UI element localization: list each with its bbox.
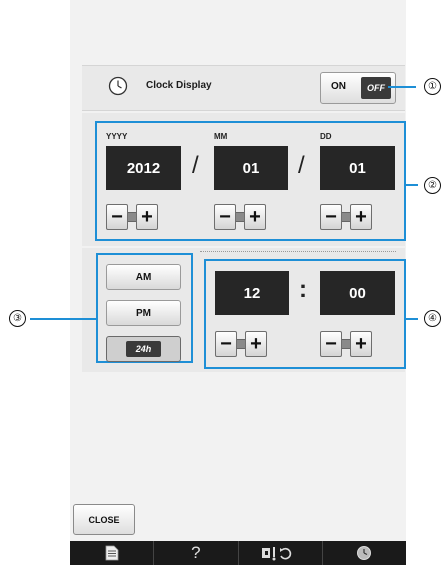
hour-stepper: − + <box>215 331 267 357</box>
day-minus-button[interactable]: − <box>320 204 342 230</box>
bottom-tab-clock[interactable] <box>323 541 406 565</box>
bottom-tab-help[interactable]: ? <box>154 541 239 565</box>
year-label: YYYY <box>106 132 128 141</box>
stepper-joint <box>342 339 350 349</box>
date-separator-1: / <box>192 152 199 179</box>
clock-display-label: Clock Display <box>146 80 212 91</box>
minute-stepper: − + <box>320 331 372 357</box>
bottom-tab-document[interactable] <box>70 541 155 565</box>
callout-1: ① <box>424 78 441 95</box>
year-stepper: − + <box>106 204 158 230</box>
toggle-off-label[interactable]: OFF <box>361 77 391 99</box>
day-stepper: − + <box>320 204 372 230</box>
callout-line-3 <box>30 318 96 320</box>
24h-button[interactable]: 24h <box>106 336 181 362</box>
month-label: MM <box>214 132 228 141</box>
year-minus-button[interactable]: − <box>106 204 128 230</box>
pm-button[interactable]: PM <box>106 300 181 326</box>
am-button[interactable]: AM <box>106 264 181 290</box>
day-plus-button[interactable]: + <box>350 204 372 230</box>
document-icon <box>105 545 119 561</box>
toggle-on-label[interactable]: ON <box>331 81 346 92</box>
callout-line-2 <box>406 184 418 186</box>
minute-value: 00 <box>320 271 395 315</box>
month-plus-button[interactable]: + <box>244 204 266 230</box>
stepper-joint <box>342 212 350 222</box>
help-icon: ? <box>191 543 201 562</box>
24h-label: 24h <box>125 341 162 357</box>
hour-value: 12 <box>215 271 289 315</box>
month-stepper: − + <box>214 204 266 230</box>
minute-plus-button[interactable]: + <box>350 331 372 357</box>
clock-icon <box>108 76 128 96</box>
month-value: 01 <box>214 146 288 190</box>
callout-line-1 <box>388 86 416 88</box>
minute-minus-button[interactable]: − <box>320 331 342 357</box>
time-separator: : <box>299 276 307 303</box>
close-button[interactable]: CLOSE <box>73 504 135 535</box>
bottom-tab-machine-settings[interactable] <box>239 541 323 565</box>
callout-line-4 <box>406 318 418 320</box>
day-label: DD <box>320 132 332 141</box>
bottom-nav: ? <box>70 541 406 565</box>
divider <box>200 251 396 252</box>
callout-4: ④ <box>424 310 441 327</box>
hour-plus-button[interactable]: + <box>245 331 267 357</box>
machine-settings-icon <box>262 547 292 561</box>
year-plus-button[interactable]: + <box>136 204 158 230</box>
stepper-joint <box>128 212 136 222</box>
month-minus-button[interactable]: − <box>214 204 236 230</box>
stepper-joint <box>237 339 245 349</box>
clock-icon <box>357 546 372 560</box>
hour-minus-button[interactable]: − <box>215 331 237 357</box>
callout-3: ③ <box>9 310 26 327</box>
year-value: 2012 <box>106 146 181 190</box>
callout-2: ② <box>424 177 441 194</box>
date-separator-2: / <box>298 152 305 179</box>
day-value: 01 <box>320 146 395 190</box>
stepper-joint <box>236 212 244 222</box>
